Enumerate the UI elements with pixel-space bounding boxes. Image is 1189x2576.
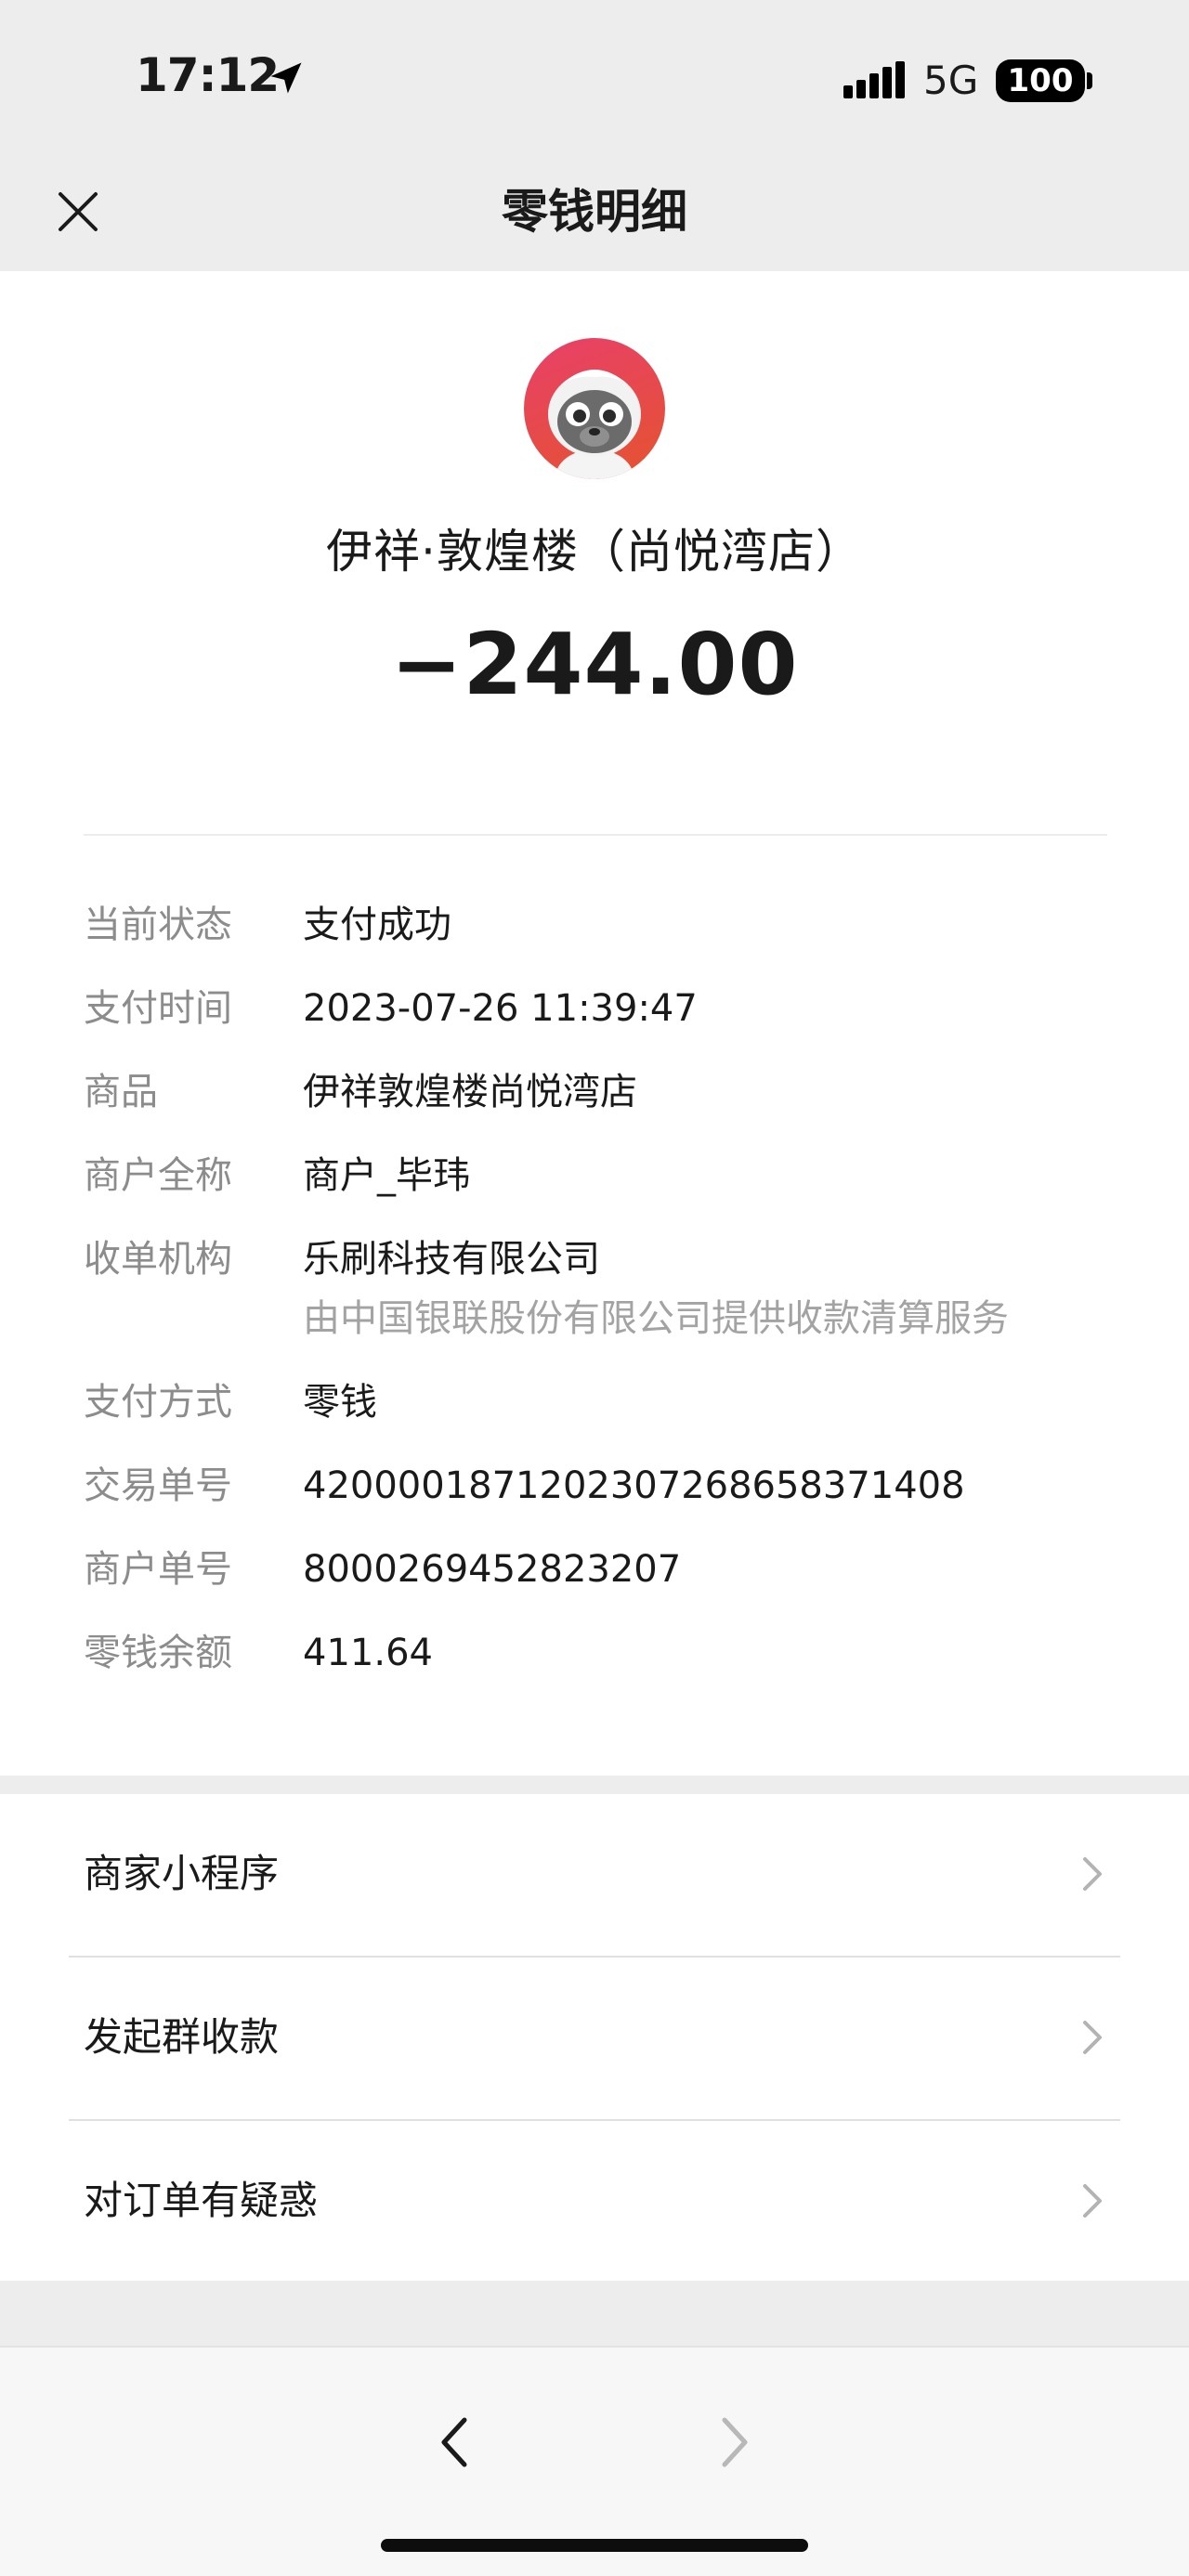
detail-subtext: 由中国银联股份有限公司提供收款清算服务 [303, 1297, 1009, 1340]
option-order-question[interactable]: 对订单有疑惑 [0, 2121, 1189, 2284]
monkey-mascot-icon [548, 370, 641, 479]
location-arrow-icon [270, 62, 302, 94]
detail-label: 交易单号 [84, 1464, 232, 1507]
battery-tip [1087, 72, 1092, 89]
page-title: 零钱明细 [502, 185, 687, 239]
option-merchant-mini-program[interactable]: 商家小程序 [0, 1794, 1189, 1958]
detail-label: 商户全称 [84, 1154, 232, 1197]
detail-label: 商户单号 [84, 1548, 232, 1591]
signal-icon [843, 61, 905, 98]
chevron-right-icon [1083, 1857, 1102, 1891]
detail-value: 2023-07-26 11:39:47 [303, 987, 698, 1030]
chevron-left-icon [441, 2417, 467, 2467]
chevron-right-icon [1083, 2184, 1102, 2218]
detail-label: 零钱余额 [84, 1632, 232, 1674]
detail-value[interactable]: 4200001871202307268658371408 [303, 1460, 965, 1512]
chevron-right-icon [722, 2417, 748, 2467]
detail-value: 支付成功 [303, 904, 451, 946]
close-icon [59, 192, 98, 231]
network-type: 5G [923, 58, 979, 103]
back-button[interactable] [420, 2407, 490, 2478]
merchant-avatar [524, 338, 665, 479]
detail-label: 商品 [84, 1071, 158, 1113]
detail-label: 收单机构 [84, 1238, 232, 1281]
detail-label: 当前状态 [84, 904, 232, 946]
detail-value: 伊祥敦煌楼尚悦湾店 [303, 1071, 637, 1113]
transaction-card: 伊祥·敦煌楼（尚悦湾店） −244.00 当前状态 支付成功 支付时间 2023… [0, 271, 1189, 1776]
options-list: 商家小程序 发起群收款 对订单有疑惑 [0, 1794, 1189, 2281]
forward-button[interactable] [699, 2407, 769, 2478]
transaction-amount: −244.00 [390, 615, 799, 714]
status-bar: 17:12 5G 100 [0, 0, 1189, 158]
option-label: 对订单有疑惑 [84, 2178, 319, 2223]
home-indicator [381, 2539, 808, 2552]
option-group-collection[interactable]: 发起群收款 [0, 1958, 1189, 2121]
option-label: 商家小程序 [84, 1851, 280, 1896]
bottom-toolbar [0, 2346, 1189, 2576]
detail-value[interactable]: 8000269452823207 [303, 1543, 681, 1595]
battery-indicator: 100 [996, 59, 1085, 102]
detail-value: 零钱 [303, 1381, 377, 1424]
transaction-detail-page: 17:12 5G 100 零钱明细 伊祥·敦煌楼（尚悦湾店） −244.00 当… [0, 0, 1189, 2576]
detail-label: 支付时间 [84, 987, 232, 1030]
detail-label: 支付方式 [84, 1381, 232, 1424]
chevron-right-icon [1083, 2021, 1102, 2054]
option-label: 发起群收款 [84, 2014, 280, 2060]
nav-bar: 零钱明细 [0, 158, 1189, 271]
merchant-name: 伊祥·敦煌楼（尚悦湾店） [326, 525, 863, 579]
detail-value: 商户_毕玮 [303, 1154, 470, 1197]
status-time: 17:12 [136, 48, 280, 102]
divider [84, 834, 1107, 836]
detail-value: 乐刷科技有限公司 [303, 1238, 600, 1281]
close-button[interactable] [45, 178, 111, 245]
detail-value: 411.64 [303, 1632, 433, 1674]
